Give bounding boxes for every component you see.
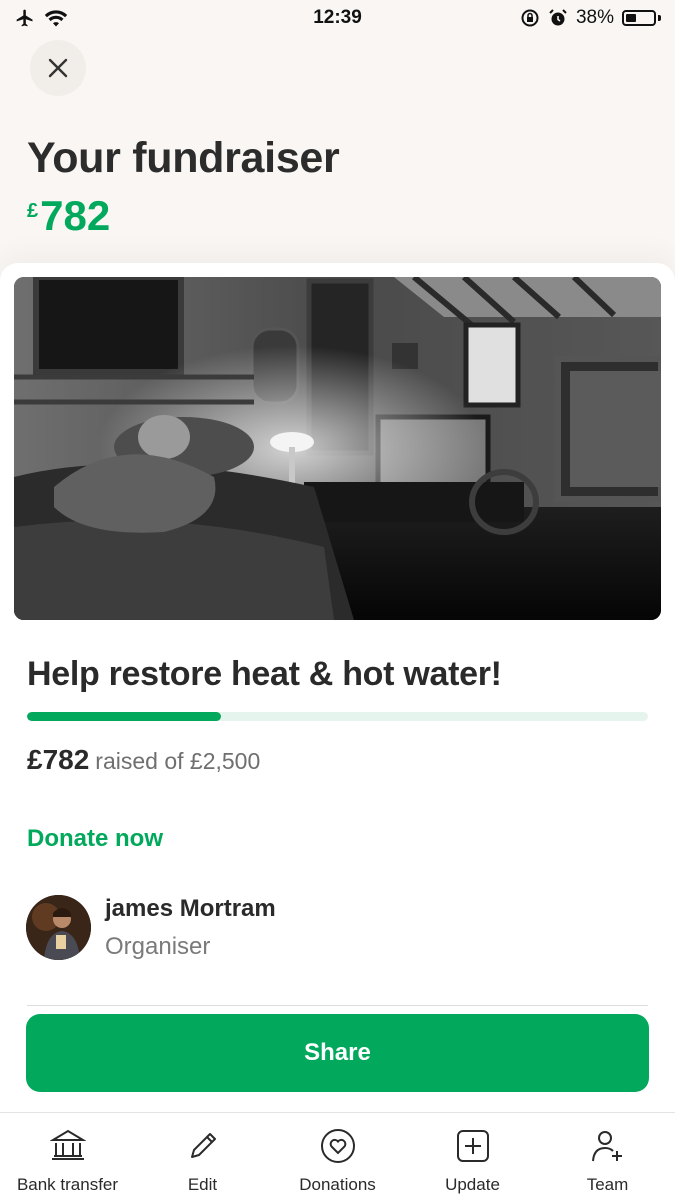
alarm-icon bbox=[549, 9, 567, 26]
tab-update[interactable]: Update bbox=[408, 1113, 538, 1195]
share-button[interactable]: Share bbox=[26, 1014, 649, 1092]
tab-edit[interactable]: Edit bbox=[138, 1113, 268, 1195]
header-amount-value: 782 bbox=[40, 192, 111, 239]
status-bar: 12:39 38% bbox=[0, 0, 675, 36]
tab-label: Team bbox=[586, 1175, 629, 1194]
raised-goal-text: raised of £2,500 bbox=[95, 748, 261, 774]
avatar bbox=[26, 895, 91, 960]
bottom-tab-bar: Bank transfer Edit Donations Update Team bbox=[0, 1112, 675, 1200]
bank-icon bbox=[49, 1127, 87, 1165]
header-amount-currency: £ bbox=[27, 200, 39, 222]
fundraiser-card: Help restore heat & hot water! £782 raise… bbox=[0, 263, 675, 1113]
tab-label: Donations bbox=[299, 1175, 376, 1194]
fundraiser-cover-photo[interactable] bbox=[14, 277, 661, 620]
donate-now-link[interactable]: Donate now bbox=[27, 825, 163, 853]
raised-summary: £782 raised of £2,500 bbox=[27, 744, 260, 776]
tab-label: Edit bbox=[187, 1175, 218, 1194]
tab-bank-transfer[interactable]: Bank transfer bbox=[3, 1113, 133, 1195]
battery-icon bbox=[622, 10, 661, 26]
tab-team[interactable]: Team bbox=[543, 1113, 673, 1195]
campaign-title: Help restore heat & hot water! bbox=[27, 655, 502, 693]
raised-amount: £782 bbox=[27, 744, 90, 775]
organiser-name: james Mortram bbox=[105, 895, 276, 922]
divider bbox=[27, 1005, 648, 1006]
tab-label: Bank transfer bbox=[16, 1175, 119, 1194]
battery-percent: 38% bbox=[575, 7, 614, 28]
pencil-icon bbox=[184, 1127, 222, 1165]
heart-icon bbox=[319, 1127, 357, 1165]
funding-progress-fill bbox=[27, 712, 222, 721]
header-amount: £ 782 bbox=[27, 192, 110, 240]
organiser-role: Organiser bbox=[105, 933, 211, 960]
wifi-icon bbox=[44, 10, 68, 27]
airplane-icon bbox=[16, 9, 33, 27]
tab-donations[interactable]: Donations bbox=[273, 1113, 403, 1195]
battery-level bbox=[626, 14, 636, 22]
close-button[interactable] bbox=[30, 40, 86, 96]
organiser-row[interactable]: james Mortram Organiser bbox=[26, 895, 276, 961]
funding-progress-bar bbox=[27, 712, 648, 721]
add-person-icon bbox=[589, 1127, 627, 1165]
page-title: Your fundraiser bbox=[27, 134, 340, 182]
plus-square-icon bbox=[454, 1127, 492, 1165]
close-icon bbox=[48, 58, 68, 78]
rotation-lock-icon bbox=[521, 9, 539, 27]
tab-label: Update bbox=[445, 1175, 500, 1194]
